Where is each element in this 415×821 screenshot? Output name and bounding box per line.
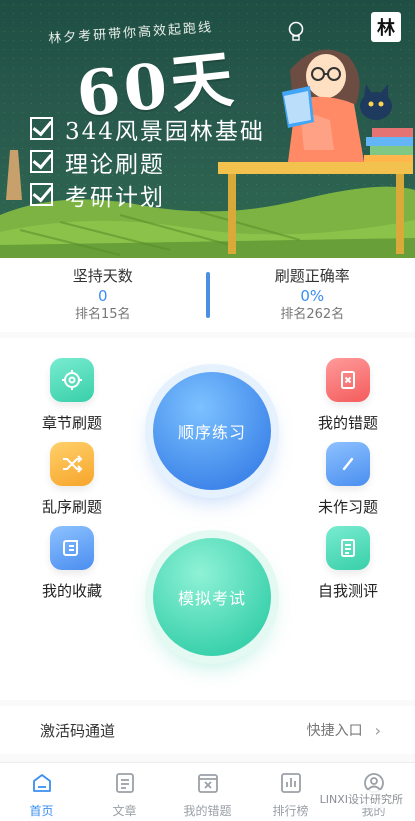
tab-article[interactable]: 文章 [83,763,166,821]
watermark: LINXI设计研究所 [315,790,407,808]
checklist-item: 理论刷题 [30,145,265,178]
brand-logo-text: 林 [377,18,395,39]
my-favorites-label: 我的收藏 [41,582,102,600]
checklist-item: 344风景园林基础 [30,112,265,145]
wrong-doc-icon [326,358,370,402]
home-icon [32,774,51,792]
article-icon [115,773,134,793]
banner-checklist: 344风景园林基础 理论刷题 考研计划 [30,112,265,211]
tab-label: 首页 [29,804,54,818]
undone-questions-button[interactable]: 未作习题 [298,442,398,517]
promo-banner[interactable]: 林夕考研带你高效起跑线 60天 344风景园林基础 理论刷题 考研计划 林 [0,0,415,258]
random-practice-button[interactable]: 乱序刷题 [22,442,122,517]
ranking-icon [280,773,301,793]
crosshair-icon [50,358,94,402]
checkbox-icon [30,117,53,140]
brand-logo: 林 [371,12,401,42]
checkbox-icon [30,183,53,206]
stat-label: 坚持天数 [72,267,133,285]
wrong-icon [197,774,218,793]
my-favorites-button[interactable]: 我的收藏 [22,526,122,601]
stat-label: 刷题正确率 [274,267,350,285]
stat-accuracy: 刷题正确率 0% 排名262名 [210,266,415,324]
stat-value: 0% [300,287,325,305]
stat-streak-days: 坚持天数 0 排名15名 [0,266,206,324]
checklist-item: 考研计划 [30,178,265,211]
stat-rank: 排名15名 [74,307,131,322]
sequential-practice-label: 顺序练习 [177,423,246,442]
self-assessment-label: 自我测评 [317,582,378,600]
chevron-right-icon: › [374,720,381,740]
undone-questions-label: 未作习题 [317,498,378,516]
app-screen: 林夕考研带你高效起跑线 60天 344风景园林基础 理论刷题 考研计划 林 坚持… [0,0,415,821]
quick-entry-link[interactable]: 快捷入口 [307,720,363,740]
scroll-icon [50,526,94,570]
document-icon [326,526,370,570]
activation-code-row[interactable]: 激活码通道 快捷入口 › [0,706,415,754]
lightbulb-icon [288,21,304,41]
mock-exam-label: 模拟考试 [177,589,246,608]
tab-wrong-questions[interactable]: 我的错题 [166,763,249,821]
activation-title: 激活码通道 [40,721,116,740]
chapter-practice-button[interactable]: 章节刷题 [22,358,122,433]
checklist-text: 理论刷题 [65,151,165,178]
stats-panel: 坚持天数 0 排名15名 刷题正确率 0% 排名262名 [0,258,415,332]
tab-label: 文章 [112,804,137,818]
mock-exam-button[interactable]: 模拟考试 [153,538,271,656]
tab-home[interactable]: 首页 [0,763,83,821]
my-wrong-questions-button[interactable]: 我的错题 [298,358,398,433]
stat-value: 0 [97,287,108,305]
sequential-practice-button[interactable]: 顺序练习 [153,372,271,490]
self-assessment-button[interactable]: 自我测评 [298,526,398,601]
my-wrong-questions-label: 我的错题 [317,414,378,432]
stat-rank: 排名262名 [280,307,345,322]
random-practice-label: 乱序刷题 [41,498,102,516]
pencil-icon [326,442,370,486]
checkbox-icon [30,150,53,173]
practice-menu: 章节刷题 我的错题 乱序刷题 未作习题 我的收藏 自我测评 顺序练习 模拟考试 [0,338,415,700]
checklist-text: 考研计划 [65,184,165,211]
chapter-practice-label: 章节刷题 [41,414,102,432]
checklist-text: 344风景园林基础 [65,118,265,145]
tab-label: 我的错题 [183,804,232,818]
shuffle-icon [50,442,94,486]
